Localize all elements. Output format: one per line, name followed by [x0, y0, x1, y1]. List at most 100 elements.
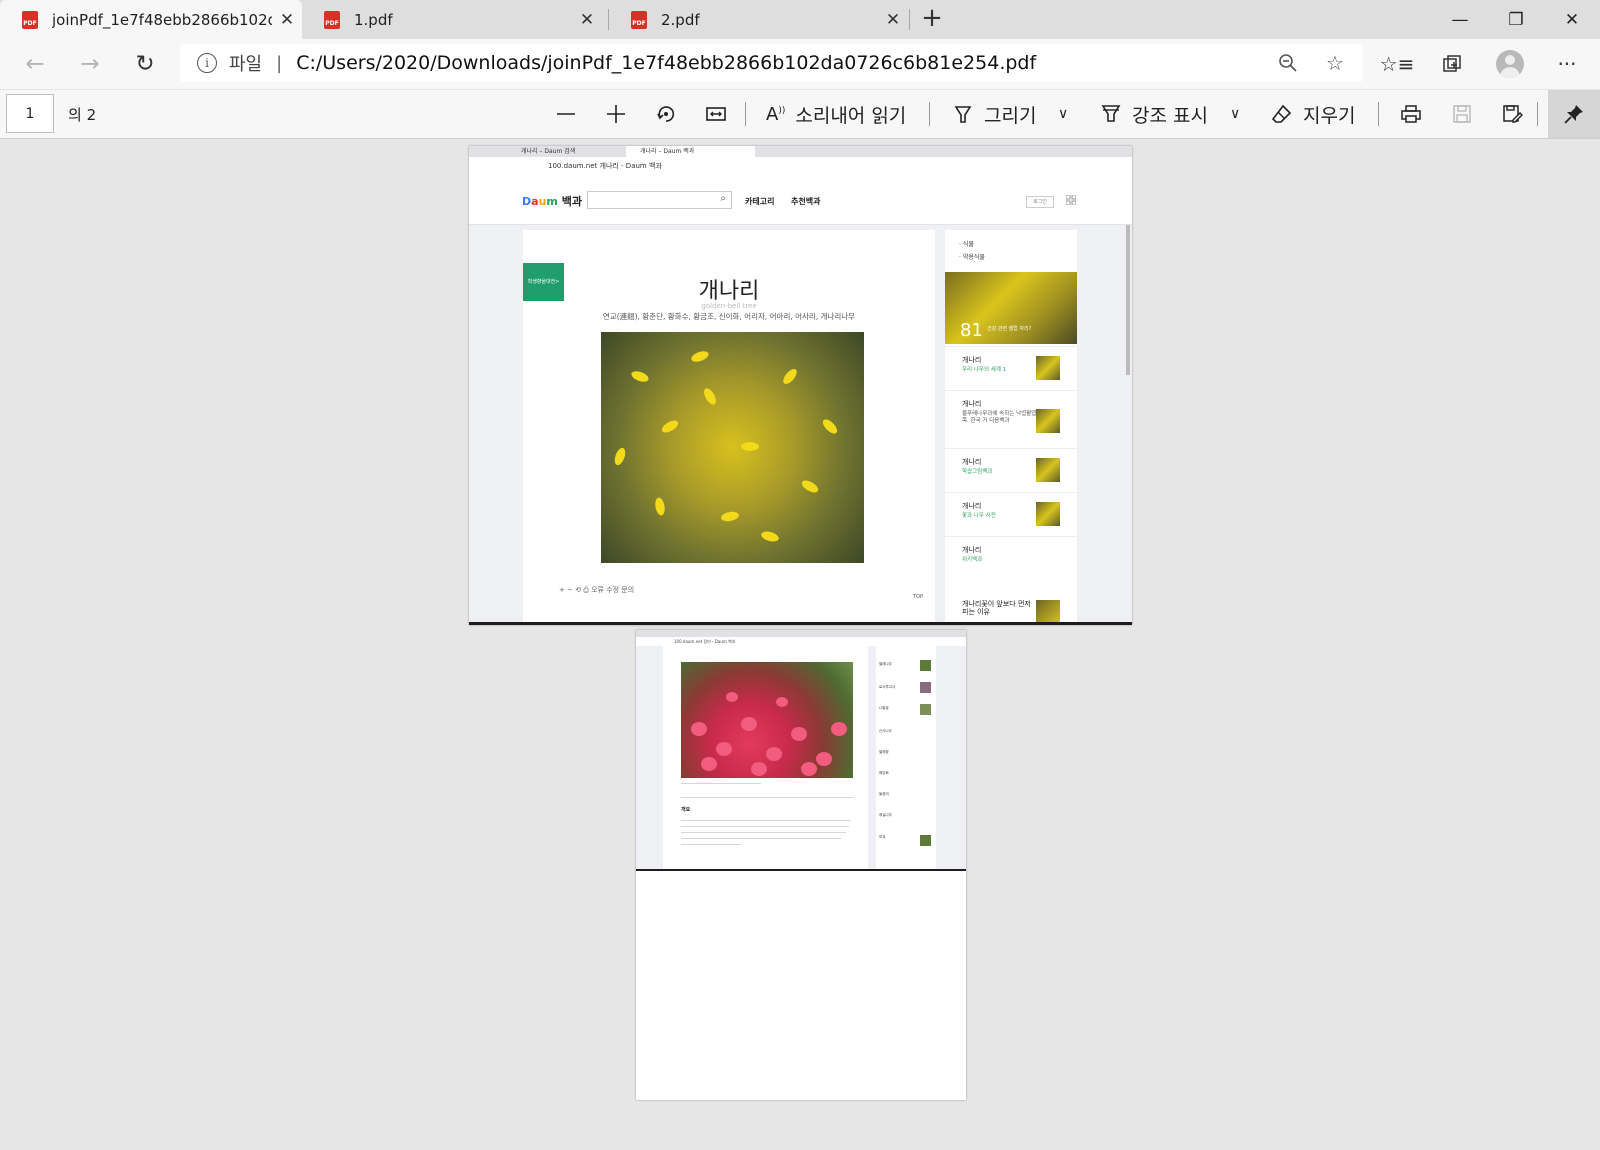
sidebar-item: 들장미 [879, 792, 889, 796]
related-thumbnail [1036, 409, 1060, 433]
divider: | [276, 52, 283, 74]
related-title: 개나리 [962, 400, 982, 408]
caption-line [681, 783, 761, 784]
related-title: 개나리 [962, 458, 982, 466]
close-icon[interactable]: ✕ [878, 10, 908, 30]
sidebar-category: · 약용식물 [959, 254, 985, 261]
draw-options-chevron-icon[interactable]: ∨ [1058, 98, 1068, 130]
more-icon[interactable]: ··· [1550, 47, 1584, 81]
sidebar-item: 찔레꽃 [879, 750, 889, 754]
text-line [681, 838, 841, 839]
erase-button[interactable]: 지우기 [1271, 98, 1355, 130]
fit-width-icon[interactable] [705, 98, 727, 130]
save-icon[interactable] [1451, 98, 1473, 130]
pdf-page-2: 100.daum.net 장미 - Daum 백과 개요 찔레나무 로사루고사 [636, 630, 966, 1100]
scheme-label: 파일 [229, 54, 263, 75]
tab-2pdf[interactable]: PDF 2.pdf ✕ [609, 0, 908, 39]
sidebar-related-item: 개나리 우리 나무의 세계 1 [945, 346, 1077, 391]
article-title: 개나리 [698, 279, 760, 304]
search-icon: ⌕ [720, 193, 726, 204]
related-thumbnail [1036, 502, 1060, 526]
page-number-input[interactable]: 1 [6, 94, 54, 133]
save-as-icon[interactable] [1501, 98, 1523, 130]
sidebar-hero: 81 건강 관련 셀럽 자리? [945, 272, 1077, 344]
profile-icon[interactable] [1496, 50, 1524, 78]
related-thumbnail [1036, 356, 1060, 380]
zoom-icon[interactable] [1269, 44, 1307, 82]
related-source: 위키백과 [962, 557, 983, 563]
tab-title: 2.pdf [661, 10, 700, 29]
highlight-options-chevron-icon[interactable]: ∨ [1230, 98, 1240, 130]
address-bar[interactable]: i 파일 | C:/Users/2020/Downloads/joinPdf_1… [180, 44, 1363, 82]
rotate-icon[interactable] [655, 98, 677, 130]
sidebar-related-item: 개나리 물푸레나무과에 속하는 낙엽활엽관목. 한국 거 다음백과 [945, 390, 1077, 449]
sidebar-item: 매실나무 [879, 813, 892, 817]
collections-icon[interactable] [1435, 47, 1469, 81]
minimize-icon[interactable]: — [1432, 0, 1488, 39]
highlight-label: 강조 표시 [1132, 104, 1208, 127]
close-icon[interactable]: ✕ [572, 10, 602, 30]
forward-icon[interactable]: → [73, 47, 107, 81]
daum-search-input: ⌕ [587, 191, 732, 209]
sidebar-item: 모과 [879, 835, 886, 839]
back-icon[interactable]: ← [18, 47, 52, 81]
embedded-tab: 개나리 – Daum 검색 [521, 148, 576, 155]
embedded-url-bar: 100.daum.net 개나리 - Daum 백과 [469, 157, 1132, 177]
erase-label: 지우기 [1303, 104, 1356, 127]
tab-title: joinPdf_1e7f48ebb2866b102da0726c6b81e254… [52, 10, 272, 29]
text-line [681, 820, 851, 821]
tab-strip: PDF joinPdf_1e7f48ebb2866b102da0726c6b81… [0, 0, 1600, 39]
highlight-button[interactable]: 강조 표시 [1100, 98, 1208, 130]
grid-icon [1066, 195, 1076, 205]
zoom-in-icon[interactable] [605, 98, 627, 130]
related-thumbnail [1036, 458, 1060, 482]
embedded-url-bar: 100.daum.net 장미 - Daum 백과 [636, 637, 966, 646]
sidebar-thumbnail [920, 682, 931, 693]
read-aloud-button[interactable]: A)) 소리내어 읽기 [766, 98, 906, 130]
article-english-name: golden-bell tree [701, 302, 757, 310]
toolbar-divider [1378, 102, 1379, 126]
related-title: 개나리 [962, 502, 982, 510]
draw-button[interactable]: 그리기 [952, 98, 1036, 130]
bottom-item-thumbnail [1036, 600, 1060, 624]
daum-menu-recommended: 추천백과 [791, 197, 821, 206]
pdf-page-1: 개나리 – Daum 검색 개나리 – Daum 백과 100.daum.net… [469, 146, 1132, 625]
window-close-icon[interactable]: ✕ [1544, 0, 1600, 39]
read-aloud-label: 소리내어 읽기 [795, 104, 907, 127]
draw-icon [954, 106, 972, 123]
pdf-icon: PDF [22, 10, 38, 29]
logo-text: 백과 [561, 195, 582, 208]
sidebar-category: · 식물 [959, 241, 974, 248]
tab-1pdf[interactable]: PDF 1.pdf ✕ [302, 0, 602, 39]
refresh-icon[interactable]: ↻ [128, 47, 162, 81]
new-tab-icon[interactable]: + [917, 4, 947, 34]
article-aliases: 연교(連翹), 황춘단, 황화수, 황금조, 신이화, 어리자, 어아리, 어사… [602, 312, 856, 321]
top-link: TOP [913, 594, 924, 600]
embedded-browser-tabs [636, 630, 966, 637]
print-icon[interactable] [1400, 98, 1422, 130]
info-icon[interactable]: i [197, 53, 217, 73]
sidebar-related-item: 개나리 위키백과 [945, 536, 1077, 581]
daum-login: 로그인 [1026, 196, 1054, 208]
tab-joinpdf[interactable]: PDF joinPdf_1e7f48ebb2866b102da0726c6b81… [0, 0, 302, 39]
sidebar-item: 찔레나무 [879, 662, 892, 666]
daum-menu-category: 카테고리 [745, 197, 775, 206]
read-aloud-icon: A)) [766, 103, 786, 125]
zoom-out-icon[interactable] [555, 98, 577, 130]
pin-icon[interactable] [1548, 90, 1600, 138]
sidebar-item: 해당화 [879, 771, 889, 775]
url-text[interactable]: C:/Users/2020/Downloads/joinPdf_1e7f48eb… [296, 52, 1036, 74]
toolbar-divider [929, 102, 930, 126]
bottom-item-title: 개나리꽃이 앞보다 먼저 피는 이유 [962, 600, 1031, 616]
daum-header: Daum 백과 ⌕ 카테고리 추천백과 로그인 [469, 176, 1132, 225]
sidebar-related-item: 개나리 꽃과 나무 사전 [945, 492, 1077, 537]
sidebar-item: 나팔꽃 [879, 706, 889, 710]
maximize-icon[interactable]: ❐ [1488, 0, 1544, 39]
text-line [681, 832, 846, 833]
eraser-icon [1271, 104, 1292, 123]
navigation-bar: ← → ↻ i 파일 | C:/Users/2020/Downloads/joi… [0, 39, 1600, 89]
embedded-browser-tabs: 개나리 – Daum 검색 개나리 – Daum 백과 [469, 146, 1132, 157]
favorites-icon[interactable]: ☆≡ [1380, 47, 1415, 81]
close-icon[interactable]: ✕ [272, 10, 302, 30]
star-icon[interactable]: ☆ [1316, 44, 1354, 82]
